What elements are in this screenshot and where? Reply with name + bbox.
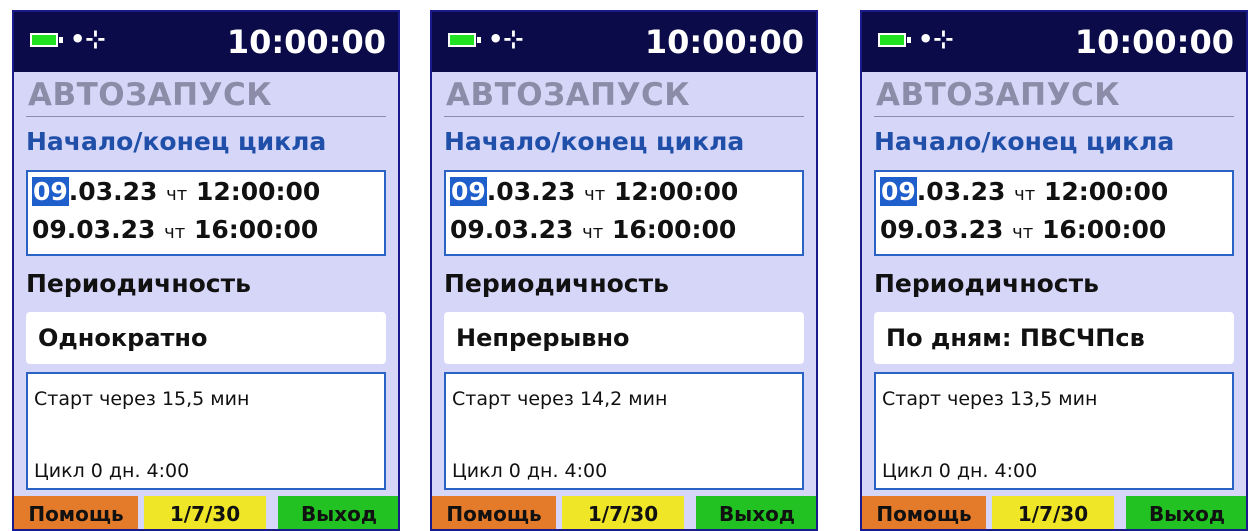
device-screen-1: •⊹ 10:00:00 АВТОЗАПУСК Начало/конец цикл… (12, 10, 400, 531)
start-weekday: чт (584, 184, 606, 205)
battery-icon (878, 33, 911, 47)
start-day-field[interactable]: 09 (32, 177, 69, 206)
period-value[interactable]: Однократно (38, 322, 208, 354)
start-time[interactable]: 12:00:00 (196, 177, 320, 206)
help-button[interactable]: Помощь (862, 496, 986, 529)
cycle-length: Цикл 0 дн. 4:00 (882, 460, 1038, 482)
usb-icon: •⊹ (488, 25, 524, 53)
info-box: Старт через 13,5 мин Цикл 0 дн. 4:00 (874, 372, 1234, 490)
start-day-field[interactable]: 09 (880, 177, 917, 206)
usb-icon: •⊹ (70, 25, 106, 53)
start-datetime[interactable]: 09.03.23 чт 12:00:00 (450, 176, 738, 211)
start-time[interactable]: 12:00:00 (1044, 177, 1168, 206)
start-countdown: Старт через 14,2 мин (452, 388, 668, 410)
clock: 10:00:00 (644, 23, 804, 61)
period-value[interactable]: По дням: ПВСЧПсв (886, 322, 1145, 354)
start-time[interactable]: 12:00:00 (614, 177, 738, 206)
status-bar: •⊹ 10:00:00 (14, 12, 398, 72)
clock: 10:00:00 (1074, 23, 1234, 61)
end-time[interactable]: 16:00:00 (1042, 215, 1166, 244)
cycle-length: Цикл 0 дн. 4:00 (34, 460, 190, 482)
info-box: Старт через 14,2 мин Цикл 0 дн. 4:00 (444, 372, 804, 490)
exit-button[interactable]: Выход (696, 496, 816, 529)
end-time[interactable]: 16:00:00 (612, 215, 736, 244)
page-title: АВТОЗАПУСК (28, 77, 273, 113)
page-title: АВТОЗАПУСК (876, 77, 1121, 113)
device-screen-3: •⊹ 10:00:00 АВТОЗАПУСК Начало/конец цикл… (860, 10, 1248, 531)
page-title: АВТОЗАПУСК (446, 77, 691, 113)
start-date-rest[interactable]: .03.23 (917, 177, 1006, 206)
end-date[interactable]: 09.03.23 (450, 215, 573, 244)
cycle-datetime-box[interactable]: 09.03.23 чт 12:00:00 09.03.23 чт 16:00:0… (874, 170, 1234, 256)
start-countdown: Старт через 13,5 мин (882, 388, 1098, 410)
end-time[interactable]: 16:00:00 (194, 215, 318, 244)
start-datetime[interactable]: 09.03.23 чт 12:00:00 (880, 176, 1168, 211)
period-value[interactable]: Непрерывно (456, 322, 630, 354)
device-screen-2: •⊹ 10:00:00 АВТОЗАПУСК Начало/конец цикл… (430, 10, 818, 531)
step-button[interactable]: 1/7/30 (144, 496, 266, 529)
start-weekday: чт (166, 184, 188, 205)
start-countdown: Старт через 15,5 мин (34, 388, 250, 410)
cycle-datetime-box[interactable]: 09.03.23 чт 12:00:00 09.03.23 чт 16:00:0… (26, 170, 386, 256)
period-selector[interactable]: Однократно (26, 312, 386, 364)
end-date[interactable]: 09.03.23 (32, 215, 155, 244)
info-box: Старт через 15,5 мин Цикл 0 дн. 4:00 (26, 372, 386, 490)
end-date[interactable]: 09.03.23 (880, 215, 1003, 244)
title-divider (26, 116, 386, 117)
start-weekday: чт (1014, 184, 1036, 205)
title-divider (444, 116, 804, 117)
exit-button[interactable]: Выход (1126, 496, 1246, 529)
start-date-rest[interactable]: .03.23 (487, 177, 576, 206)
end-weekday: чт (164, 222, 186, 243)
period-label: Периодичность (444, 269, 669, 298)
end-datetime[interactable]: 09.03.23 чт 16:00:00 (32, 214, 318, 249)
step-button[interactable]: 1/7/30 (562, 496, 684, 529)
cycle-label: Начало/конец цикла (444, 127, 745, 156)
usb-icon: •⊹ (918, 25, 954, 53)
help-button[interactable]: Помощь (14, 496, 138, 529)
status-bar: •⊹ 10:00:00 (432, 12, 816, 72)
period-selector[interactable]: Непрерывно (444, 312, 804, 364)
end-weekday: чт (582, 222, 604, 243)
end-datetime[interactable]: 09.03.23 чт 16:00:00 (450, 214, 736, 249)
battery-icon (30, 33, 63, 47)
start-datetime[interactable]: 09.03.23 чт 12:00:00 (32, 176, 320, 211)
cycle-label: Начало/конец цикла (26, 127, 327, 156)
end-datetime[interactable]: 09.03.23 чт 16:00:00 (880, 214, 1166, 249)
title-divider (874, 116, 1234, 117)
start-day-field[interactable]: 09 (450, 177, 487, 206)
end-weekday: чт (1012, 222, 1034, 243)
battery-icon (448, 33, 481, 47)
cycle-length: Цикл 0 дн. 4:00 (452, 460, 608, 482)
start-date-rest[interactable]: .03.23 (69, 177, 158, 206)
help-button[interactable]: Помощь (432, 496, 556, 529)
step-button[interactable]: 1/7/30 (992, 496, 1114, 529)
period-selector[interactable]: По дням: ПВСЧПсв (874, 312, 1234, 364)
period-label: Периодичность (26, 269, 251, 298)
period-label: Периодичность (874, 269, 1099, 298)
cycle-label: Начало/конец цикла (874, 127, 1175, 156)
cycle-datetime-box[interactable]: 09.03.23 чт 12:00:00 09.03.23 чт 16:00:0… (444, 170, 804, 256)
status-bar: •⊹ 10:00:00 (862, 12, 1246, 72)
clock: 10:00:00 (226, 23, 386, 61)
exit-button[interactable]: Выход (278, 496, 398, 529)
